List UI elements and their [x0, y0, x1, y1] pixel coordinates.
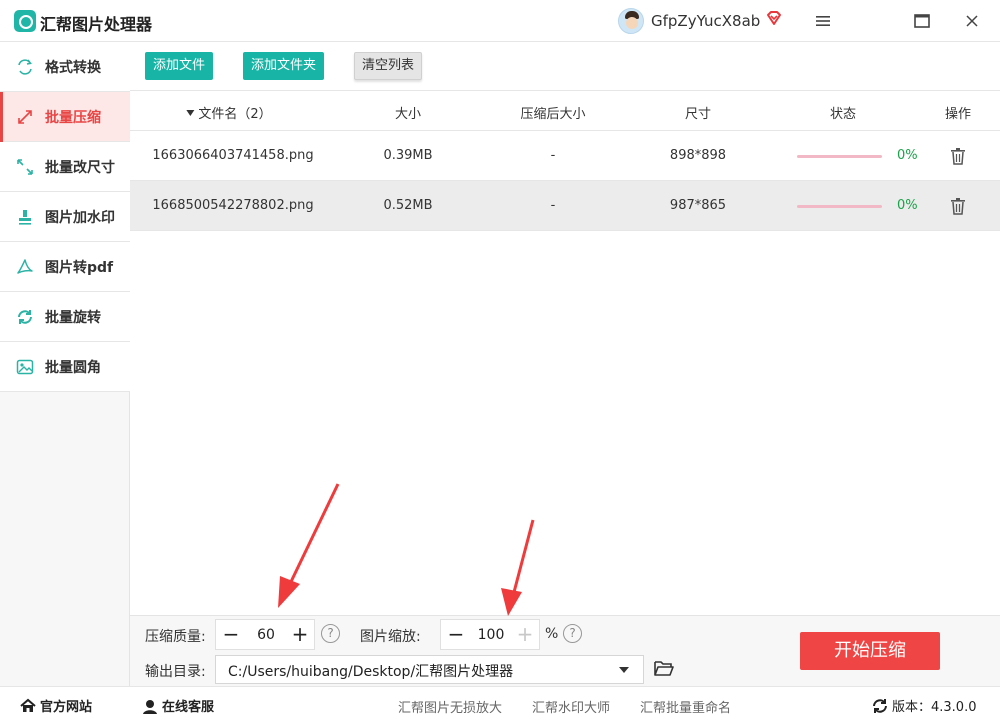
sidebar-item-label: 批量旋转: [45, 309, 101, 326]
footer-link-lossless-upscale[interactable]: 汇帮图片无损放大: [398, 697, 502, 716]
scale-label: 图片缩放:: [360, 629, 421, 645]
delete-icon[interactable]: [950, 147, 966, 165]
scale-stepper[interactable]: − 100 +: [440, 619, 540, 650]
output-dir-select[interactable]: C:/Users/huibang/Desktop/汇帮图片处理器: [215, 655, 644, 684]
sort-down-icon: [186, 110, 195, 116]
sidebar-item-label: 批量圆角: [45, 359, 101, 376]
file-size: 0.52MB: [383, 198, 433, 213]
support-agent-icon: [143, 699, 157, 714]
sidebar-item-label: 批量改尺寸: [45, 159, 115, 176]
rotate-icon: [16, 308, 34, 326]
sidebar-item-to-pdf[interactable]: 图片转pdf: [0, 242, 130, 292]
table-row[interactable]: 1668500542278802.png 0.52MB - 987*865 0%: [130, 181, 1000, 231]
scale-increase-button[interactable]: +: [514, 623, 536, 645]
online-support-link[interactable]: 在线客服: [142, 696, 214, 715]
stamp-icon: [16, 208, 34, 226]
file-name: 1668500542278802.png: [152, 198, 314, 213]
maximize-icon: [914, 14, 930, 28]
table-row[interactable]: 1663066403741458.png 0.39MB - 898*898 0%: [130, 131, 1000, 181]
progress-percent: 0%: [897, 198, 918, 213]
version-info[interactable]: 版本：4.3.0.0: [872, 696, 976, 715]
sidebar-item-format-convert[interactable]: 格式转换: [0, 42, 130, 92]
status-bar: 官方网站 在线客服 汇帮图片无损放大 汇帮水印大师 汇帮批量重命名 版本：4.3…: [0, 686, 1000, 720]
file-size: 0.39MB: [383, 148, 433, 163]
sidebar-item-batch-resize[interactable]: 批量改尺寸: [0, 142, 130, 192]
sidebar-item-batch-rotate[interactable]: 批量旋转: [0, 292, 130, 342]
scale-help-icon[interactable]: ?: [563, 624, 582, 643]
quality-stepper[interactable]: − 60 +: [215, 619, 315, 650]
column-header-dimensions: 尺寸: [684, 107, 712, 122]
resize-icon: [16, 158, 34, 176]
column-header-size: 大小: [394, 107, 422, 122]
open-folder-icon[interactable]: [654, 659, 674, 677]
progress-bar: [797, 205, 882, 208]
chevron-down-icon[interactable]: [619, 667, 629, 673]
convert-icon: [16, 58, 34, 76]
scale-decrease-button[interactable]: −: [445, 623, 467, 645]
column-header-name[interactable]: 文件名（2）: [186, 103, 272, 122]
progress-bar: [797, 155, 882, 158]
maximize-button[interactable]: [911, 10, 933, 32]
sidebar-item-rounded-corners[interactable]: 批量圆角: [0, 342, 130, 392]
pdf-icon: [16, 258, 34, 276]
image-icon: [16, 358, 34, 376]
close-button[interactable]: [961, 10, 983, 32]
file-name: 1663066403741458.png: [152, 148, 314, 163]
sidebar-item-label: 图片加水印: [45, 209, 115, 226]
output-dir-value: C:/Users/huibang/Desktop/汇帮图片处理器: [228, 664, 514, 680]
scale-value[interactable]: 100: [478, 627, 505, 643]
hamburger-icon: [816, 16, 830, 26]
compressed-size: -: [550, 148, 556, 163]
quality-increase-button[interactable]: +: [289, 623, 311, 645]
sidebar-item-label: 图片转pdf: [45, 259, 114, 276]
footer-link-batch-rename[interactable]: 汇帮批量重命名: [640, 697, 731, 716]
app-title: 汇帮图片处理器: [40, 15, 153, 34]
home-icon: [20, 698, 36, 712]
sidebar-item-label: 批量压缩: [45, 109, 101, 126]
image-dimensions: 898*898: [669, 148, 727, 163]
compress-icon: [16, 108, 34, 126]
compressed-size: -: [550, 198, 556, 213]
start-compress-button[interactable]: 开始压缩: [800, 632, 940, 670]
annotation-arrow-quality: [278, 483, 340, 608]
column-header-compressed-size: 压缩后大小: [520, 107, 586, 122]
title-bar: 汇帮图片处理器 GfpZyYucX8ab: [0, 0, 1000, 42]
quality-decrease-button[interactable]: −: [220, 623, 242, 645]
add-folder-button[interactable]: 添加文件夹: [243, 52, 324, 80]
sidebar-item-watermark[interactable]: 图片加水印: [0, 192, 130, 242]
file-table-header: 文件名（2） 大小 压缩后大小 尺寸 状态 操作: [130, 90, 1000, 131]
column-header-actions: 操作: [944, 107, 972, 122]
image-dimensions: 987*865: [669, 198, 727, 213]
sidebar-item-label: 格式转换: [45, 59, 101, 76]
vip-diamond-icon[interactable]: [765, 9, 783, 27]
progress-percent: 0%: [897, 148, 918, 163]
clear-list-button[interactable]: 清空列表: [354, 52, 422, 80]
quality-help-icon[interactable]: ?: [321, 624, 340, 643]
user-avatar[interactable]: [618, 8, 644, 34]
quality-label: 压缩质量:: [145, 629, 206, 645]
sidebar-item-batch-compress[interactable]: 批量压缩: [0, 92, 130, 142]
app-logo-icon: [14, 10, 36, 32]
scale-unit: %: [545, 626, 559, 642]
add-file-button[interactable]: 添加文件: [145, 52, 213, 80]
output-dir-label: 输出目录:: [145, 664, 206, 680]
menu-button[interactable]: [812, 10, 834, 32]
close-icon: [966, 15, 978, 27]
username[interactable]: GfpZyYucX8ab: [651, 12, 760, 30]
delete-icon[interactable]: [950, 197, 966, 215]
annotation-arrow-scale: [501, 519, 535, 616]
sidebar: 格式转换 批量压缩 批量改尺寸 图片加水印 图片转pdf 批量旋转 批量圆角: [0, 42, 130, 686]
quality-value[interactable]: 60: [257, 627, 275, 643]
column-header-status: 状态: [829, 107, 857, 122]
footer-link-watermark-master[interactable]: 汇帮水印大师: [532, 697, 610, 716]
refresh-icon: [873, 698, 887, 713]
official-website-link[interactable]: 官方网站: [20, 696, 92, 715]
